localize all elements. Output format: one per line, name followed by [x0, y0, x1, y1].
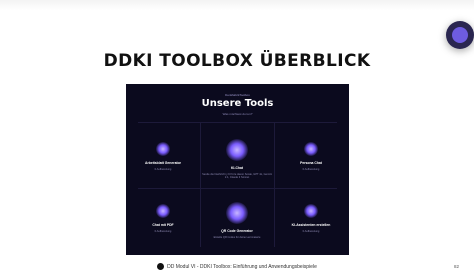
tool-card-ki-chat[interactable]: KI-Chat Sende die Nachricht y KI fü le d…: [200, 139, 274, 180]
sparkle-orb-icon: [156, 142, 170, 156]
tool-description: Sende die Nachricht y KI fü le davon Sow…: [202, 173, 272, 180]
tool-card-persona-chat[interactable]: Persona Chat 0 Aufbereitung: [274, 142, 348, 171]
tool-name: Arbeitsblatt Generator: [145, 161, 181, 165]
tool-card-chat-pdf[interactable]: Chat mit PDF 0 Aufbereitung: [126, 204, 200, 233]
toolbox-subtitle: Was möchtest du tun?: [222, 112, 253, 116]
grid-divider: [138, 188, 337, 189]
slide-footer: DD Modul VI - DDKI Toolbox: Einführung u…: [0, 263, 474, 270]
tool-card-arbeitsblatt[interactable]: Arbeitsblatt Generator 0 Aufbereitung: [126, 142, 200, 171]
tool-card-ki-assistenten[interactable]: KI-Assistenten erstellen 0 Aufbereitung: [274, 204, 348, 233]
presentation-slide: DDKI TOOLBOX ÜBERBLICK DenkfabrikToolbox…: [0, 0, 474, 273]
tool-name: QR Code Generator: [221, 229, 253, 233]
tool-description: 0 Aufbereitung: [302, 168, 320, 171]
sparkles-icon: [304, 204, 318, 218]
qr-orb-icon: [226, 202, 248, 224]
toolbox-brand: DenkfabrikToolbox: [225, 93, 250, 97]
grid-divider: [138, 122, 337, 123]
tool-name: KI-Chat: [230, 166, 244, 170]
tool-description: 0 Aufbereitung: [154, 230, 172, 233]
logo-icon: [157, 263, 165, 270]
record-icon: [452, 27, 468, 43]
toolbox-screenshot: DenkfabrikToolbox Unsere Tools Was möcht…: [126, 84, 349, 255]
page-number: 82: [454, 264, 460, 269]
document-orb-icon: [156, 204, 170, 218]
tool-name: Persona Chat: [300, 161, 322, 165]
toolbox-title: Unsere Tools: [201, 98, 274, 109]
record-button[interactable]: [446, 21, 474, 49]
tool-name: Chat mit PDF: [152, 223, 174, 227]
tool-description: 0 Aufbereitung: [302, 230, 320, 233]
slide-top-edge: [0, 0, 474, 10]
star-icon: [304, 142, 318, 156]
tool-description: Erstelle QR Codes für deine Lernmaterie: [213, 236, 261, 239]
tool-name: KI-Assistenten erstellen: [291, 223, 331, 227]
tool-card-qr-code[interactable]: QR Code Generator Erstelle QR Codes für …: [200, 202, 274, 239]
glowing-orb-icon: [226, 139, 248, 161]
slide-title: DDKI TOOLBOX ÜBERBLICK: [103, 51, 371, 71]
footer-text: DD Modul VI - DDKI Toolbox: Einführung u…: [167, 263, 317, 270]
tool-description: 0 Aufbereitung: [154, 168, 172, 171]
